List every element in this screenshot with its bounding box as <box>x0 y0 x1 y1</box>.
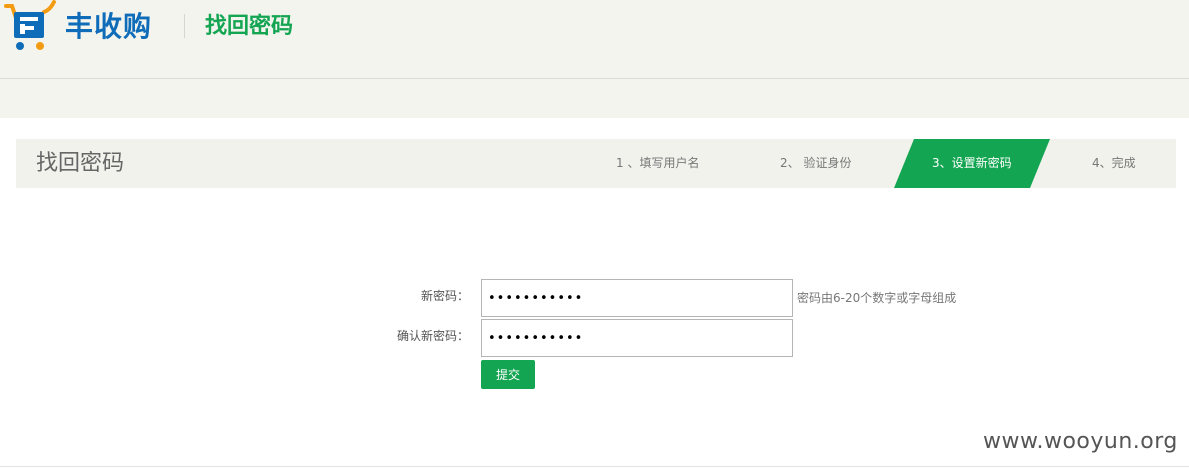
step-1: 1 、填写用户名 <box>616 156 700 170</box>
step-3-active: 3、设置新密码 <box>932 156 1012 170</box>
submit-button[interactable]: 提交 <box>481 360 535 389</box>
watermark: www.wooyun.org <box>983 429 1178 454</box>
bottom-divider <box>0 466 1189 467</box>
confirm-password-label: 确认新密码： <box>396 329 469 343</box>
header-divider <box>184 14 185 38</box>
new-password-input[interactable] <box>481 279 793 317</box>
new-password-label: 新密码： <box>420 289 469 303</box>
page: 丰收购 找回密码 找回密码 1 、填写用户名 2、 验证身份 3、设置新密码 4… <box>0 0 1189 471</box>
site-header: 丰收购 找回密码 <box>0 0 1189 118</box>
confirm-password-input[interactable] <box>481 319 793 357</box>
steps-bar: 找回密码 1 、填写用户名 2、 验证身份 3、设置新密码 4、完成 <box>16 139 1176 188</box>
step-4: 4、完成 <box>1092 156 1136 170</box>
steps-title: 找回密码 <box>36 151 125 176</box>
password-hint: 密码由6-20个数字或字母组成 <box>797 291 957 305</box>
header-title: 找回密码 <box>205 14 294 39</box>
step-2: 2、 验证身份 <box>780 156 852 170</box>
header-divider-line <box>0 78 1189 79</box>
shopping-cart-logo-icon[interactable] <box>4 0 58 52</box>
brand-name[interactable]: 丰收购 <box>65 10 152 44</box>
